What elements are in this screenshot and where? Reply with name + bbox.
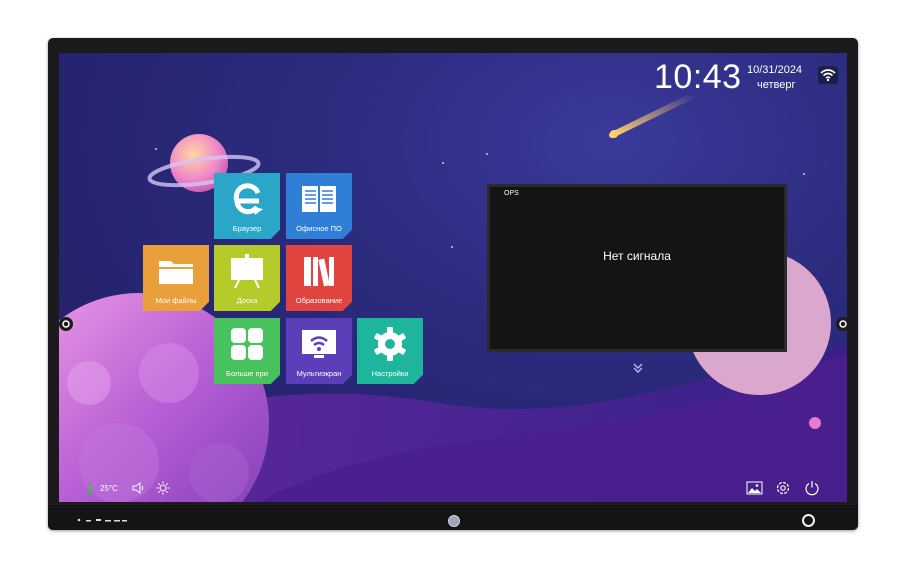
app-label: Мои файлы bbox=[155, 296, 197, 305]
brightness-icon[interactable] bbox=[156, 481, 170, 495]
no-signal-message: Нет сигнала bbox=[603, 249, 671, 263]
clock-time: 10:43 bbox=[654, 58, 742, 96]
volume-icon[interactable] bbox=[131, 481, 145, 495]
desktop-screen: 10:43 10/31/2024 четверг Браузер Офисное… bbox=[59, 53, 847, 502]
power-button[interactable] bbox=[802, 514, 815, 527]
temperature-readout: 25°C bbox=[100, 484, 118, 493]
app-tile-more-apps[interactable]: Больше при bbox=[214, 318, 280, 384]
app-tile-office[interactable]: Офисное ПО bbox=[286, 173, 352, 239]
thermometer-icon bbox=[87, 482, 93, 495]
wifi-icon[interactable] bbox=[818, 66, 838, 84]
clock-date: 10/31/2024 bbox=[747, 64, 803, 76]
folder-icon bbox=[159, 261, 193, 284]
cast-icon bbox=[302, 330, 336, 358]
app-label: Доска bbox=[236, 296, 258, 305]
whiteboard-icon bbox=[231, 254, 263, 289]
app-tile-education[interactable]: Образование bbox=[286, 245, 352, 311]
app-tile-settings[interactable]: Настройки bbox=[357, 318, 423, 384]
browser-icon bbox=[233, 183, 263, 215]
ops-preview-window[interactable]: OPS Нет сигнала bbox=[487, 184, 787, 352]
app-tile-browser[interactable]: Браузер bbox=[214, 173, 280, 239]
front-ports bbox=[77, 518, 127, 522]
app-tile-whiteboard[interactable]: Доска bbox=[214, 245, 280, 311]
books-icon bbox=[304, 257, 334, 287]
app-label: Настройки bbox=[371, 369, 409, 378]
app-label: Мультиэкран bbox=[296, 369, 342, 378]
settings-gear-icon[interactable] bbox=[775, 480, 791, 496]
gear-icon bbox=[374, 327, 406, 361]
camera-sensor bbox=[448, 515, 460, 527]
app-tile-multiscreen[interactable]: Мультиэкран bbox=[286, 318, 352, 384]
power-icon[interactable] bbox=[804, 480, 820, 496]
apps-grid-icon bbox=[231, 328, 263, 360]
clock-weekday: четверг bbox=[757, 79, 796, 91]
app-label: Больше при bbox=[226, 369, 268, 378]
wallpaper-icon[interactable] bbox=[746, 481, 763, 495]
chevron-down-icon[interactable] bbox=[632, 362, 644, 374]
app-label: Образование bbox=[295, 296, 343, 305]
app-label: Офисное ПО bbox=[296, 224, 342, 233]
app-tile-my-files[interactable]: Мои файлы bbox=[143, 245, 209, 311]
right-side-menu-button[interactable] bbox=[836, 317, 850, 331]
left-side-menu-button[interactable] bbox=[59, 317, 73, 331]
app-label: Браузер bbox=[232, 224, 262, 233]
book-icon bbox=[302, 186, 336, 212]
ops-title: OPS bbox=[504, 190, 519, 197]
